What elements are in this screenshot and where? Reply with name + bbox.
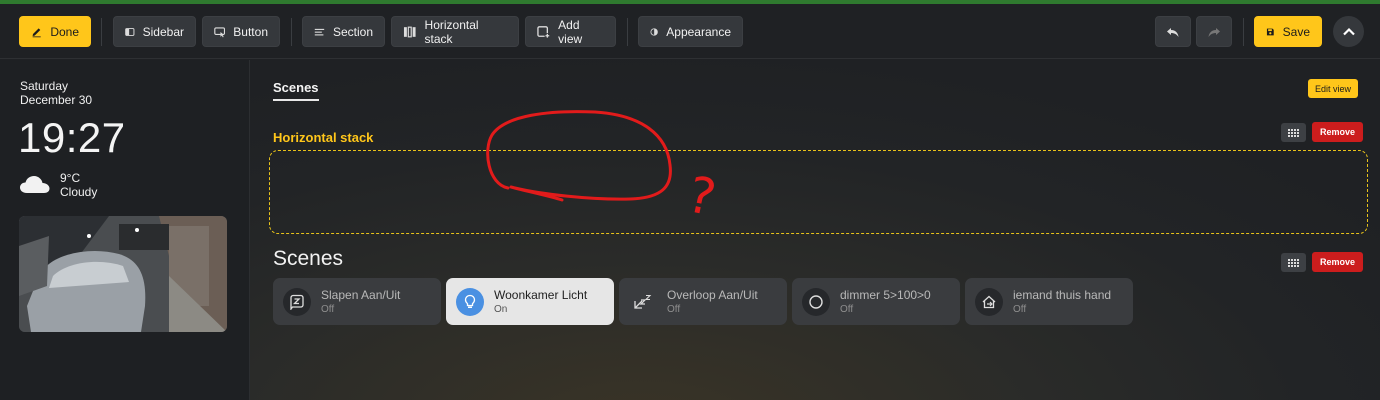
camera-snapshot xyxy=(19,216,227,332)
weather-condition: Cloudy xyxy=(60,185,98,199)
scene-tiles: Slapen Aan/Uit Off Woonkamer Licht On Ov… xyxy=(273,278,1133,325)
chevron-up-icon xyxy=(1342,27,1355,35)
toolbar-divider xyxy=(101,18,102,46)
button-button[interactable]: Button xyxy=(202,16,280,47)
grid-dots-icon xyxy=(1288,258,1299,267)
tile-state: Off xyxy=(667,304,681,315)
tile-name: iemand thuis hand xyxy=(1013,288,1112,302)
date-display: Saturday December 30 xyxy=(20,79,92,107)
appearance-label: Appearance xyxy=(666,24,731,39)
undo-button[interactable] xyxy=(1155,16,1191,47)
add-view-label: Add view xyxy=(558,17,583,46)
edit-view-button[interactable]: Edit view xyxy=(1308,79,1359,98)
scene-tile-dimmer[interactable]: dimmer 5>100>0 Off xyxy=(792,278,960,325)
floppy-disk-icon xyxy=(1266,28,1274,35)
scenes-section-title: Scenes xyxy=(273,247,344,270)
sidebar-button[interactable]: Sidebar xyxy=(113,16,196,47)
tile-state: Off xyxy=(321,304,335,315)
redo-button[interactable] xyxy=(1196,16,1232,47)
circle-icon xyxy=(802,287,830,316)
grid-options-button[interactable] xyxy=(1281,123,1306,142)
home-arrow-icon xyxy=(975,287,1003,316)
collapse-button[interactable] xyxy=(1333,16,1364,47)
cloud-icon xyxy=(20,176,50,193)
toolbar-divider xyxy=(1243,18,1244,46)
dashboard-sidebar: Saturday December 30 19:27 9°C Cloudy xyxy=(0,60,250,400)
done-button[interactable]: Done xyxy=(19,16,91,47)
weather-readout: 9°C Cloudy xyxy=(60,171,97,199)
columns-icon xyxy=(403,26,416,37)
remove-stack-button[interactable]: Remove xyxy=(1312,122,1364,142)
scene-tile-woonkamer-licht[interactable]: Woonkamer Licht On xyxy=(446,278,614,325)
button-icon xyxy=(214,26,226,37)
redo-icon xyxy=(1208,27,1220,37)
dashboard-main: Scenes Edit view Horizontal stack Remove… xyxy=(250,60,1380,400)
grid-dots-icon xyxy=(1288,128,1299,137)
scene-tile-overloop[interactable]: Overloop Aan/Uit Off xyxy=(619,278,787,325)
calendar-date: December 30 xyxy=(20,93,93,107)
tile-name: Overloop Aan/Uit xyxy=(667,288,758,302)
tile-state: On xyxy=(494,304,508,315)
tile-name: Woonkamer Licht xyxy=(494,288,588,302)
save-button[interactable]: Save xyxy=(1254,16,1322,47)
sidebar-label: Sidebar xyxy=(142,24,184,39)
pencil-icon xyxy=(32,27,41,37)
save-label: Save xyxy=(1282,24,1310,39)
tile-state: Off xyxy=(1013,304,1027,315)
snooze-icon xyxy=(629,288,657,316)
weekday: Saturday xyxy=(20,79,69,93)
horizontal-stack-label: Horizontal stack xyxy=(424,17,479,46)
camera-feed[interactable] xyxy=(19,216,227,332)
add-view-icon xyxy=(537,25,551,39)
remove-section-button[interactable]: Remove xyxy=(1312,252,1364,272)
tile-name: Slapen Aan/Uit xyxy=(321,288,401,302)
scene-tile-iemand-thuis[interactable]: iemand thuis hand Off xyxy=(965,278,1133,325)
horizontal-stack-dropzone[interactable] xyxy=(269,150,1368,234)
done-label: Done xyxy=(50,24,79,39)
undo-icon xyxy=(1167,27,1179,37)
tile-name: dimmer 5>100>0 xyxy=(840,288,931,302)
view-tab-scenes[interactable]: Scenes xyxy=(273,80,319,101)
sidebar-icon xyxy=(125,27,135,36)
appearance-button[interactable]: Appearance xyxy=(638,16,743,47)
tile-state: Off xyxy=(840,304,854,315)
button-label: Button xyxy=(233,24,268,39)
contrast-icon xyxy=(650,27,658,36)
lightbulb-icon xyxy=(456,287,484,316)
section-label: Section xyxy=(332,24,373,39)
sleep-icon xyxy=(283,287,311,316)
edit-toolbar: Done Sidebar Button Section Horizontal s… xyxy=(0,4,1380,59)
add-view-button[interactable]: Add view xyxy=(525,16,616,47)
text-lines-icon xyxy=(314,28,325,35)
toolbar-divider xyxy=(291,18,292,46)
clock-time: 19:27 xyxy=(18,114,126,161)
grid-options-button[interactable] xyxy=(1281,253,1306,272)
scene-tile-slapen[interactable]: Slapen Aan/Uit Off xyxy=(273,278,441,325)
toolbar-divider xyxy=(627,18,628,46)
horizontal-stack-button[interactable]: Horizontal stack xyxy=(391,16,519,47)
horizontal-stack-heading: Horizontal stack xyxy=(273,130,374,145)
temperature: 9°C xyxy=(60,171,81,185)
section-button[interactable]: Section xyxy=(302,16,385,47)
